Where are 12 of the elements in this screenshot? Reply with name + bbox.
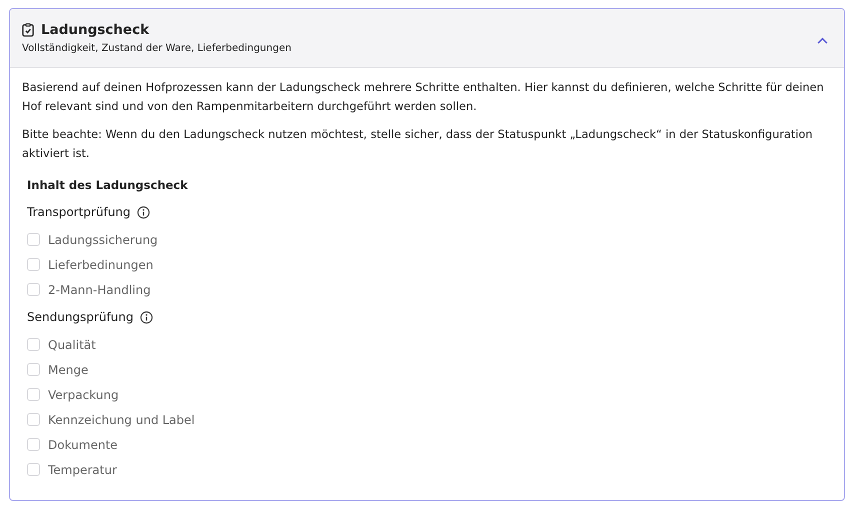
info-paragraph: Bitte beachte: Wenn du den Ladungscheck nutzen möchtest, stelle sicher, dass der Statuspunkt „Ladungscheck“ in der Statuskonfiguration aktiviert ist. (22, 127, 814, 162)
group-label: Sendungsprüfung (27, 310, 134, 324)
group-label: Transportprüfung (27, 205, 131, 219)
info-icon[interactable] (136, 206, 150, 218)
chevron-icon[interactable] (817, 36, 828, 44)
panel-header[interactable]: Ladungscheck Vollständigkeit, Zustand der Ware, Lieferbedingungen (10, 9, 844, 68)
info-paragraph: Basierend auf deinen Hofprozessen kann der Ladungscheck mehrere Schritte enthalten. Hier kannst du definieren, welche Schritte für deinen Hof relevant sind und von den Rampenmitarbeitern durchgeführt werden sollen. (22, 80, 825, 115)
section-title: Inhalt des Ladungscheck (27, 178, 189, 192)
clipboard-check-icon (22, 23, 34, 37)
info-icon[interactable] (140, 310, 153, 324)
panel-subtitle: Vollständigkeit, Zustand der Ware, Lieferbedingungen (22, 43, 292, 54)
panel-title: Ladungscheck (41, 22, 150, 38)
